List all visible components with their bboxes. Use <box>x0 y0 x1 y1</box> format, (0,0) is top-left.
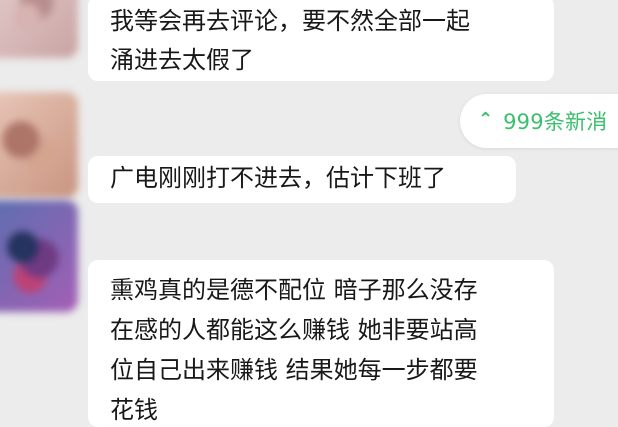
new-messages-label: 999条新消 <box>503 110 608 134</box>
new-messages-button[interactable]: ⌃ 999条新消 <box>460 94 618 148</box>
chat-window: 我等会再去评论，要不然全部一起 涌进去太假了 ⌃ 999条新消 广电刚刚打不进去… <box>0 0 618 427</box>
sender-avatar[interactable] <box>0 0 78 58</box>
message-bubble: 广电刚刚打不进去，估计下班了 <box>88 156 516 203</box>
sender-avatar[interactable] <box>0 200 78 312</box>
message-bubble: 熏鸡真的是德不配位 暗子那么没存 在感的人都能这么赚钱 她非要站高 位自己出来赚… <box>88 260 554 427</box>
double-chevron-up-icon: ⌃ <box>478 109 494 130</box>
sender-avatar[interactable] <box>0 92 78 198</box>
message-bubble: 我等会再去评论，要不然全部一起 涌进去太假了 <box>88 0 554 81</box>
